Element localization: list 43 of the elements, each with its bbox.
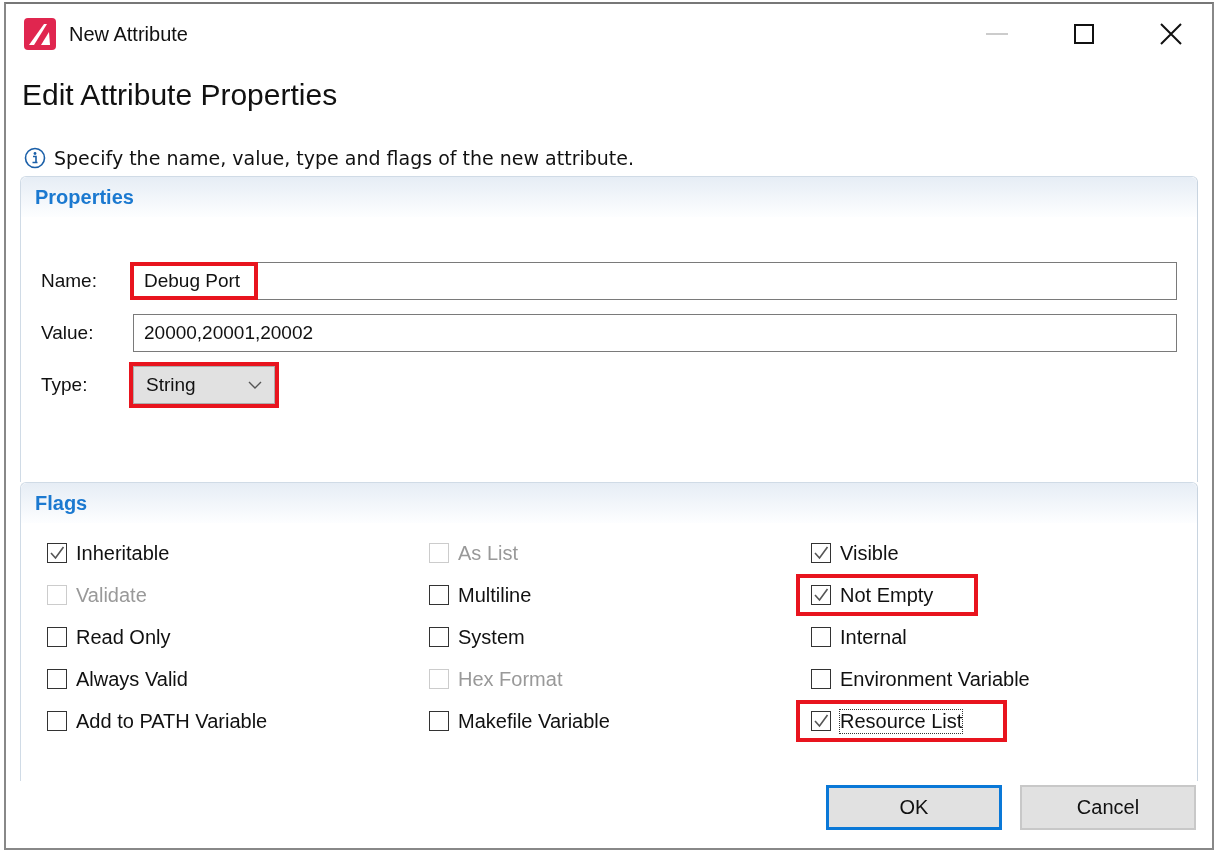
checkbox-label[interactable]: Not Empty: [839, 582, 935, 608]
checkbox[interactable]: [47, 543, 67, 563]
dialog-heading: Edit Attribute Properties: [21, 77, 339, 113]
checkbox[interactable]: [811, 711, 831, 731]
ok-button[interactable]: OK: [826, 785, 1002, 830]
app-logo-icon: [24, 18, 56, 50]
maximize-icon[interactable]: [1073, 23, 1095, 45]
field-label: Name:: [41, 270, 98, 292]
highlight-frame: Debug Port: [130, 262, 259, 300]
type-dropdown[interactable]: String: [133, 366, 275, 404]
checkbox-label[interactable]: Multiline: [457, 582, 533, 608]
checkbox[interactable]: [811, 627, 831, 647]
info-text: Specify the name, value, type and flags of the new attribute.: [54, 147, 634, 169]
checkbox-label[interactable]: Makefile Variable: [457, 708, 611, 734]
checkbox[interactable]: [811, 669, 831, 689]
checkbox-label[interactable]: Resource List: [839, 708, 964, 734]
checkbox[interactable]: [811, 543, 831, 563]
checkbox-label[interactable]: Internal: [839, 624, 908, 650]
info-icon: [24, 147, 46, 169]
checkbox[interactable]: [429, 627, 449, 647]
checkbox[interactable]: [47, 669, 67, 689]
checkbox-label[interactable]: Always Valid: [75, 666, 189, 692]
chevron-down-icon: [248, 381, 262, 389]
window-title: New Attribute: [69, 22, 188, 46]
close-icon[interactable]: [1160, 23, 1182, 45]
checkbox[interactable]: [429, 585, 449, 605]
checkbox-label[interactable]: Environment Variable: [839, 666, 1031, 692]
section-title: Flags: [35, 491, 88, 515]
checkbox-label[interactable]: Read Only: [75, 624, 172, 650]
text-field[interactable]: Debug Port: [133, 262, 1177, 300]
checkbox-label[interactable]: System: [457, 624, 526, 650]
checkbox-label[interactable]: Add to PATH Variable: [75, 708, 269, 734]
checkbox[interactable]: [811, 585, 831, 605]
checkbox[interactable]: [429, 711, 449, 731]
field-label: Value:: [41, 322, 95, 344]
field-label: Type:: [41, 374, 89, 396]
section-title: Properties: [35, 185, 134, 209]
checkbox-label[interactable]: Visible: [839, 540, 900, 566]
cancel-button[interactable]: Cancel: [1020, 785, 1196, 830]
checkbox[interactable]: [47, 711, 67, 731]
text-field[interactable]: 20000,20001,20002: [133, 314, 1177, 352]
checkbox-label[interactable]: Inheritable: [75, 540, 171, 566]
checkbox[interactable]: [47, 627, 67, 647]
